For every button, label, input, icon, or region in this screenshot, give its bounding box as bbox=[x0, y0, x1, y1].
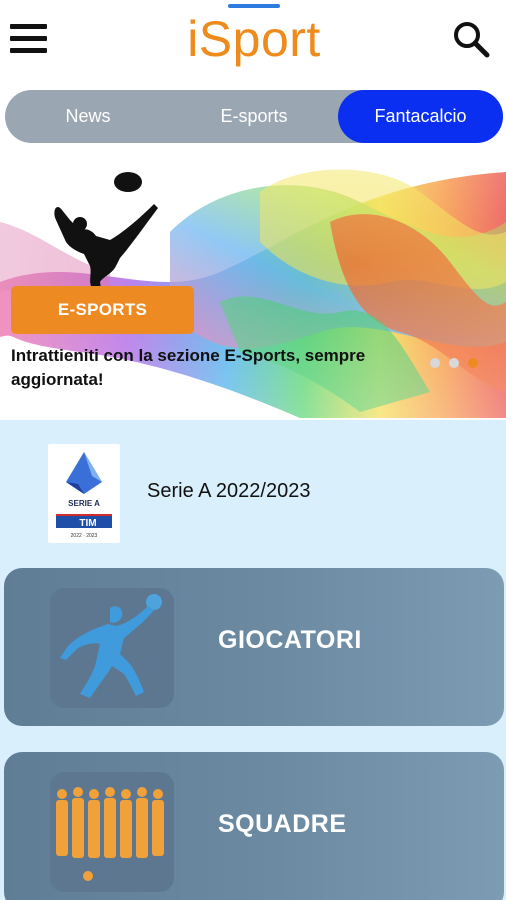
teams-card-label: SQUADRE bbox=[218, 810, 347, 838]
search-icon[interactable] bbox=[450, 18, 494, 62]
players-card[interactable]: GIOCATORI bbox=[4, 568, 504, 726]
tab-fantacalcio[interactable]: Fantacalcio bbox=[338, 90, 503, 143]
logo-accent-bar bbox=[228, 4, 280, 8]
carousel-dot-active[interactable] bbox=[468, 358, 478, 368]
league-selector[interactable]: SERIE A TIM 2022 · 2023 Serie A 2022/202… bbox=[0, 420, 506, 560]
app-logo: iSport bbox=[176, 4, 332, 70]
teams-card[interactable]: SQUADRE bbox=[4, 752, 504, 900]
section-tabs: News E-sports Fantacalcio bbox=[5, 90, 503, 143]
sponsor-logo-text: TIM bbox=[79, 518, 96, 529]
category-badge[interactable]: E-SPORTS bbox=[11, 286, 194, 334]
football-player-icon bbox=[50, 588, 174, 708]
carousel-indicator bbox=[430, 358, 490, 370]
team-lineup-icon bbox=[50, 772, 174, 892]
app-screen: iSport News E-sports Fantacalcio E-SPORT… bbox=[0, 0, 506, 900]
serie-a-logo: SERIE A TIM 2022 · 2023 bbox=[48, 444, 120, 543]
serie-a-logo-text: SERIE A bbox=[68, 499, 100, 508]
featured-banner[interactable]: E-SPORTS Intrattieniti con la sezione E-… bbox=[0, 162, 506, 418]
main-content: SERIE A TIM 2022 · 2023 Serie A 2022/202… bbox=[0, 420, 506, 900]
carousel-dot[interactable] bbox=[430, 358, 440, 368]
hamburger-menu-icon[interactable] bbox=[10, 22, 48, 56]
tab-news[interactable]: News bbox=[5, 90, 171, 143]
carousel-dot[interactable] bbox=[449, 358, 459, 368]
banner-caption: Intrattieniti con la sezione E-Sports, s… bbox=[11, 346, 366, 389]
tab-e-sports[interactable]: E-sports bbox=[171, 90, 337, 143]
app-logo-text: iSport bbox=[187, 11, 321, 67]
players-card-label: GIOCATORI bbox=[218, 626, 362, 654]
season-logo-text: 2022 · 2023 bbox=[71, 533, 98, 539]
league-title: Serie A 2022/2023 bbox=[147, 480, 311, 502]
top-app-bar: iSport bbox=[0, 0, 506, 82]
